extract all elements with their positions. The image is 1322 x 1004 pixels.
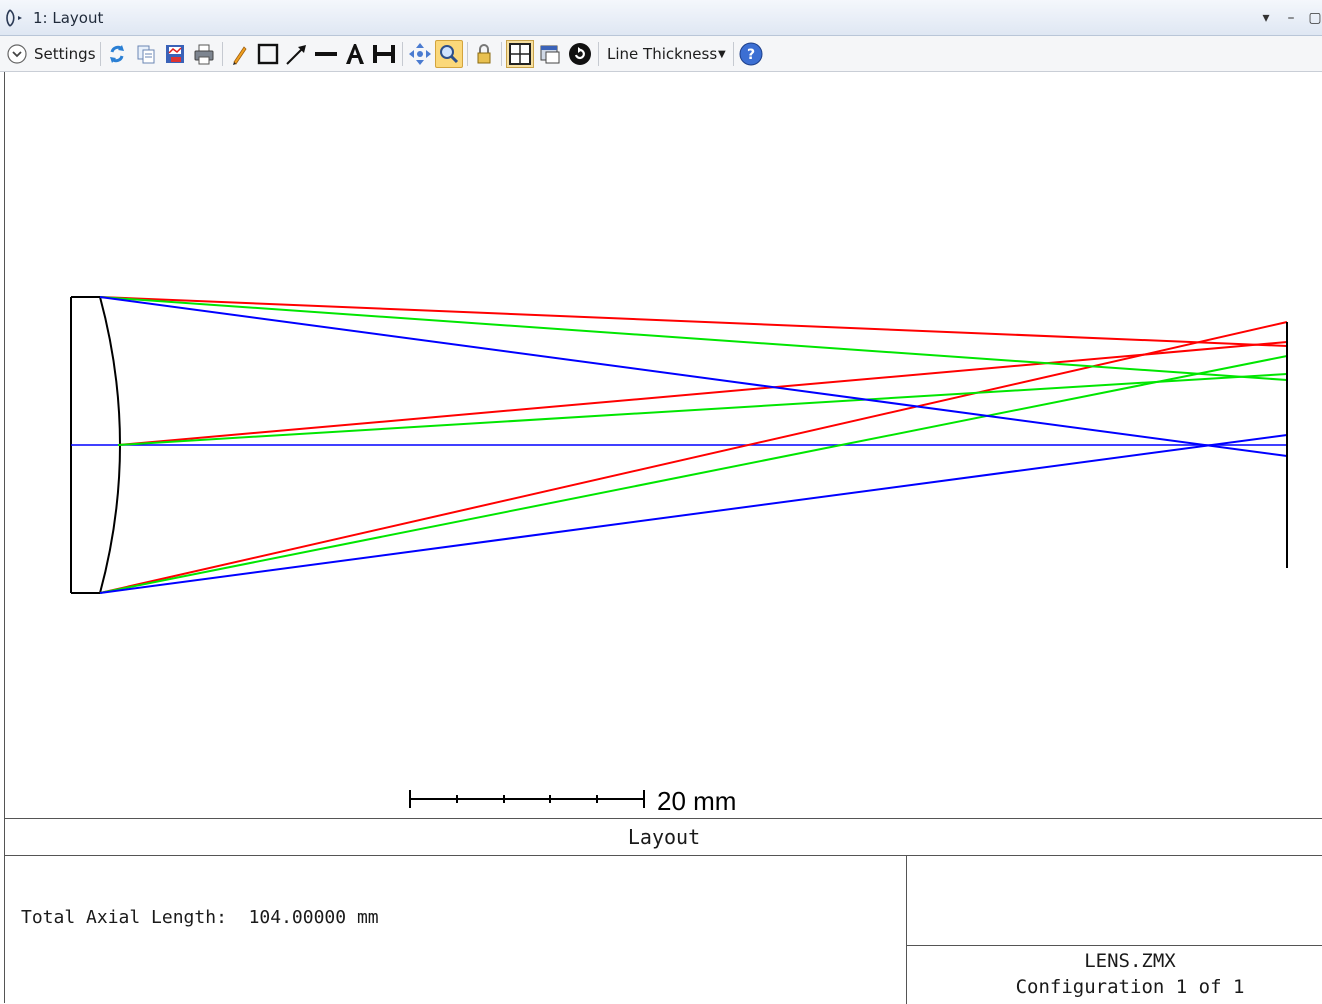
settings-chevron-icon[interactable] [6,40,30,68]
toolbar-separator [402,42,403,66]
window-title: 1: Layout [33,9,104,27]
copy-icon[interactable] [134,40,158,68]
arrow-line-icon[interactable] [284,40,310,68]
plot-title: Layout [5,819,1322,856]
lens-icon [6,8,26,28]
line-icon[interactable] [313,40,339,68]
rectangle-icon[interactable] [256,40,280,68]
window-title-bar: 1: Layout ▾ – ▢ [0,0,1322,36]
maximize-icon[interactable]: ▢ [1304,6,1322,30]
footer-divider [906,945,1322,946]
dropdown-arrow-icon[interactable]: ▾ [1255,6,1277,30]
pan-icon[interactable] [407,40,433,68]
toolbar-separator [598,42,599,66]
save-image-icon[interactable] [163,40,187,68]
configuration-label: Configuration 1 of 1 [1015,976,1245,998]
layout-plot-area[interactable]: 20 mm [4,72,1322,819]
toolbar-separator [467,42,468,66]
toolbar-separator [100,42,101,66]
minimize-icon[interactable]: – [1280,6,1302,30]
help-icon[interactable]: ? [738,40,764,68]
toolbar-separator [501,42,502,66]
fit-window-icon[interactable] [506,40,534,68]
print-icon[interactable] [192,40,216,68]
dropdown-arrow-icon[interactable]: ▼ [718,49,726,60]
text-icon[interactable] [343,40,367,68]
toolbar-separator [222,42,223,66]
line-thickness-dropdown[interactable]: Line Thickness [607,45,717,63]
zoom-icon[interactable] [435,40,463,68]
pencil-icon[interactable] [228,40,250,68]
scale-bar-label: 20 mm [657,786,736,816]
dimension-icon[interactable] [371,40,397,68]
scale-bar [409,790,645,808]
window-icon[interactable] [538,40,562,68]
refresh-icon[interactable] [106,40,128,68]
settings-button[interactable]: Settings [34,45,96,63]
plot-footer: Layout Total Axial Length: 104.00000 mm … [4,818,1322,1004]
lens-file-name: LENS.ZMX [1084,950,1176,972]
total-axial-length: Total Axial Length: 104.00000 mm [21,907,379,928]
toolbar: Settings Line Thickness ▼ ? [0,36,1322,72]
toolbar-separator [733,42,734,66]
lock-icon[interactable] [472,40,496,68]
rotate-icon[interactable] [567,40,593,68]
svg-text:?: ? [747,47,755,63]
